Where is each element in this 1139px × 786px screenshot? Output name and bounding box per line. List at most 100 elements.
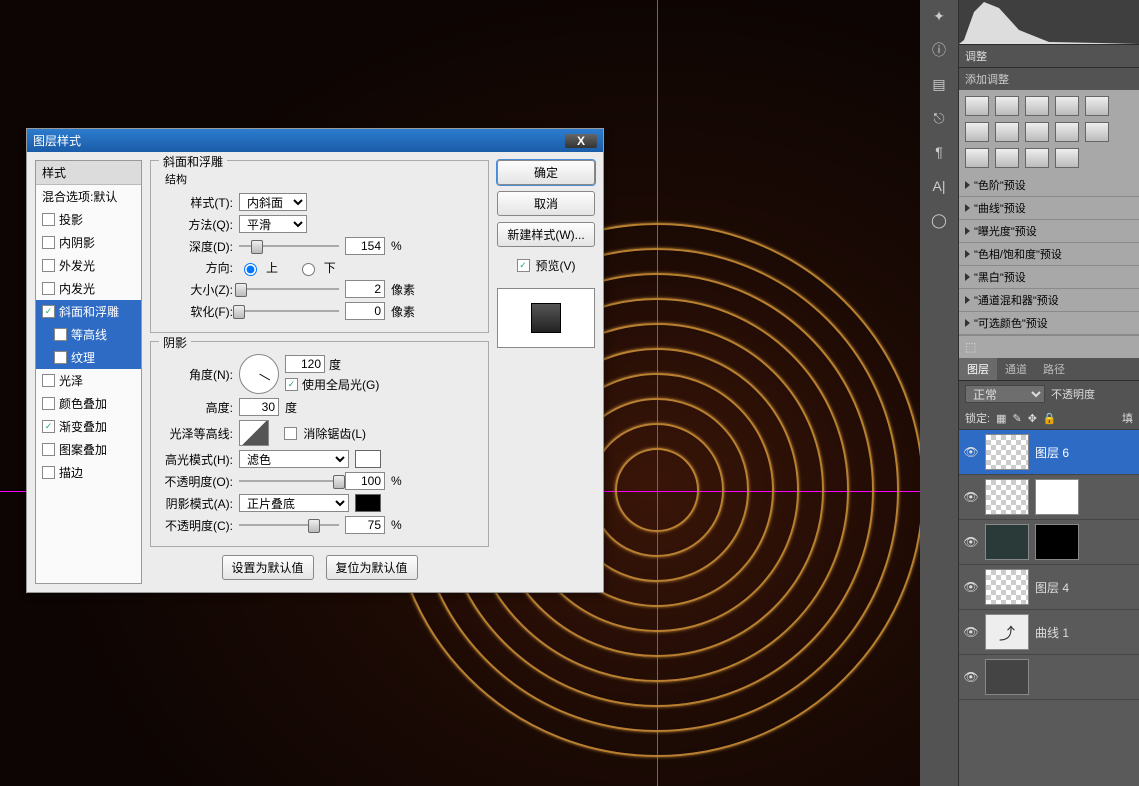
vibrance-icon[interactable]	[1085, 96, 1109, 116]
new-style-button[interactable]: 新建样式(W)...	[497, 222, 595, 247]
checkbox-icon[interactable]	[42, 213, 55, 226]
checkbox-icon[interactable]: ✓	[42, 420, 55, 433]
reset-default-button[interactable]: 复位为默认值	[326, 555, 418, 580]
curves-icon[interactable]	[1025, 96, 1049, 116]
angle-dial[interactable]	[239, 354, 279, 394]
visibility-icon[interactable]: 👁	[963, 625, 979, 639]
layer-row[interactable]: 👁 图层 4	[959, 565, 1139, 610]
checkbox-icon[interactable]	[54, 328, 67, 341]
checkbox-icon[interactable]	[42, 259, 55, 272]
paragraph-icon[interactable]: ¶	[929, 142, 949, 162]
balance-icon[interactable]	[995, 122, 1019, 142]
layer-thumb[interactable]	[985, 479, 1029, 515]
size-slider[interactable]	[239, 282, 339, 296]
highlight-color-swatch[interactable]	[355, 450, 381, 468]
style-gradient-overlay[interactable]: ✓渐变叠加	[36, 415, 141, 438]
visibility-icon[interactable]: 👁	[963, 445, 979, 459]
preset-exposure[interactable]: "曝光度"预设	[959, 220, 1139, 243]
checkbox-icon[interactable]	[42, 397, 55, 410]
layer-mask-thumb[interactable]	[1035, 479, 1079, 515]
layer-thumb[interactable]: ⤴	[985, 614, 1029, 650]
lock-all-icon[interactable]: 🔒	[1043, 412, 1057, 425]
hl-opacity-input[interactable]	[345, 472, 385, 490]
checkbox-icon[interactable]	[42, 443, 55, 456]
sh-opacity-input[interactable]	[345, 516, 385, 534]
threshold-icon[interactable]	[995, 148, 1019, 168]
ok-button[interactable]: 确定	[497, 160, 595, 185]
lock-transparent-icon[interactable]: ▦	[996, 412, 1006, 425]
blend-mode-select[interactable]: 正常	[965, 385, 1045, 403]
style-contour[interactable]: 等高线	[36, 323, 141, 346]
contour-picker[interactable]	[239, 420, 269, 446]
layer-thumb[interactable]	[985, 434, 1029, 470]
layer-name[interactable]: 曲线 1	[1035, 624, 1069, 641]
bw-icon[interactable]	[1025, 122, 1049, 142]
dir-up-radio[interactable]	[244, 263, 257, 276]
cancel-button[interactable]: 取消	[497, 191, 595, 216]
checkbox-icon[interactable]	[42, 236, 55, 249]
layer-name[interactable]: 图层 6	[1035, 444, 1069, 461]
layer-row[interactable]: 👁	[959, 475, 1139, 520]
style-stroke[interactable]: 描边	[36, 461, 141, 484]
style-color-overlay[interactable]: 颜色叠加	[36, 392, 141, 415]
visibility-icon[interactable]: 👁	[963, 490, 979, 504]
style-outer-glow[interactable]: 外发光	[36, 254, 141, 277]
camera-icon[interactable]: ◯	[929, 210, 949, 230]
checkbox-icon[interactable]	[54, 351, 67, 364]
preset-channel-mixer[interactable]: "通道混和器"预设	[959, 289, 1139, 312]
photo-filter-icon[interactable]	[1055, 122, 1079, 142]
clip-icon[interactable]: ⬚	[965, 340, 976, 354]
styles-header[interactable]: 样式	[36, 161, 141, 185]
preset-bw[interactable]: "黑白"预设	[959, 266, 1139, 289]
hl-opacity-slider[interactable]	[239, 474, 339, 488]
style-pattern-overlay[interactable]: 图案叠加	[36, 438, 141, 461]
layer-row[interactable]: 👁 ⤴ 曲线 1	[959, 610, 1139, 655]
layer-thumb[interactable]	[985, 524, 1029, 560]
checkbox-icon[interactable]: ✓	[42, 305, 55, 318]
sh-opacity-slider[interactable]	[239, 518, 339, 532]
tab-layers[interactable]: 图层	[959, 358, 997, 380]
close-icon[interactable]: X	[565, 134, 597, 148]
layer-thumb[interactable]	[985, 659, 1029, 695]
tab-paths[interactable]: 路径	[1035, 358, 1073, 380]
style-inner-shadow[interactable]: 内阴影	[36, 231, 141, 254]
shadow-mode-select[interactable]: 正片叠底	[239, 494, 349, 512]
depth-slider[interactable]	[239, 239, 339, 253]
compass-icon[interactable]: ✦	[929, 6, 949, 26]
swatches-icon[interactable]: ▤	[929, 74, 949, 94]
style-select[interactable]: 内斜面	[239, 193, 307, 211]
tab-channels[interactable]: 通道	[997, 358, 1035, 380]
checkbox-icon[interactable]	[42, 466, 55, 479]
altitude-input[interactable]	[239, 398, 279, 416]
soften-input[interactable]	[345, 302, 385, 320]
exposure-icon[interactable]	[1055, 96, 1079, 116]
checkbox-icon[interactable]	[42, 282, 55, 295]
brightness-icon[interactable]	[965, 96, 989, 116]
visibility-icon[interactable]: 👁	[963, 580, 979, 594]
info-icon[interactable]: ⓘ	[929, 40, 949, 60]
lock-move-icon[interactable]: ✥	[1028, 412, 1037, 425]
styles-icon[interactable]: ⎋	[929, 108, 949, 128]
layer-name[interactable]: 图层 4	[1035, 579, 1069, 596]
lock-brush-icon[interactable]: ✎	[1012, 412, 1021, 425]
method-select[interactable]: 平滑	[239, 215, 307, 233]
make-default-button[interactable]: 设置为默认值	[222, 555, 314, 580]
adjustments-tab[interactable]: 调整	[959, 45, 1139, 68]
style-bevel-emboss[interactable]: ✓斜面和浮雕	[36, 300, 141, 323]
soften-slider[interactable]	[239, 304, 339, 318]
style-satin[interactable]: 光泽	[36, 369, 141, 392]
preset-selective[interactable]: "可选颜色"预设	[959, 312, 1139, 335]
style-drop-shadow[interactable]: 投影	[36, 208, 141, 231]
preset-curves[interactable]: "曲线"预设	[959, 197, 1139, 220]
histogram-panel[interactable]	[959, 0, 1139, 45]
preset-hue[interactable]: "色相/饱和度"预设	[959, 243, 1139, 266]
angle-input[interactable]	[285, 355, 325, 373]
checkbox-icon[interactable]	[284, 427, 297, 440]
checkbox-icon[interactable]: ✓	[285, 378, 298, 391]
invert-icon[interactable]	[1085, 122, 1109, 142]
dialog-titlebar[interactable]: 图层样式 X	[27, 129, 603, 152]
hue-icon[interactable]	[965, 122, 989, 142]
layer-row[interactable]: 👁	[959, 655, 1139, 700]
size-input[interactable]	[345, 280, 385, 298]
preset-levels[interactable]: "色阶"预设	[959, 174, 1139, 197]
